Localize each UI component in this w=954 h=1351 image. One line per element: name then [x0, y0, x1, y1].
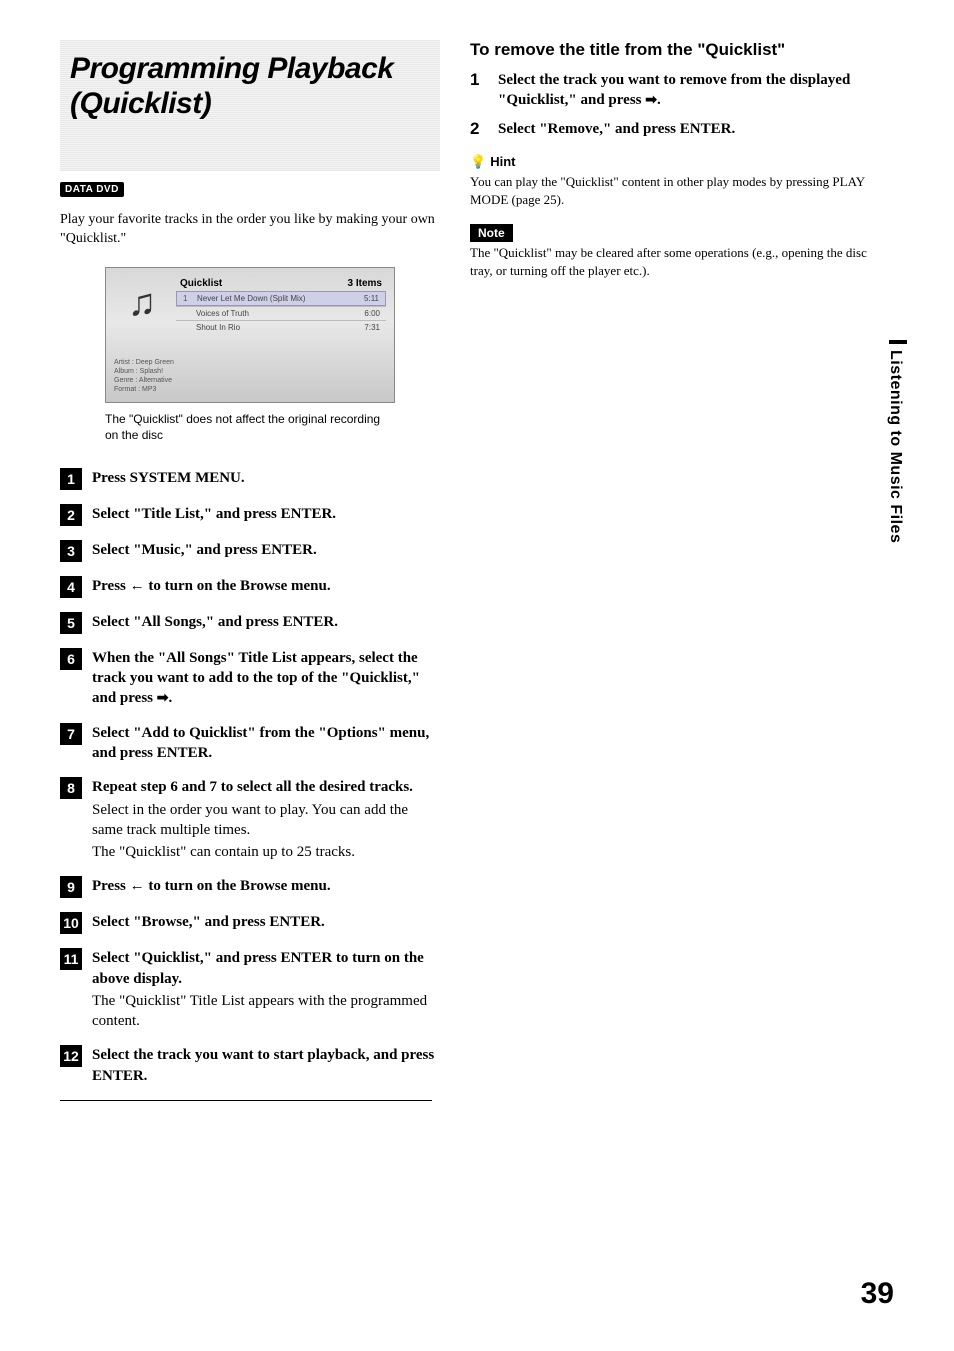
step: 11 Select "Quicklist," and press ENTER to…	[60, 948, 440, 1031]
chapter-tab-label: Listening to Music Files	[886, 350, 904, 543]
remove-step-text: Select "Remove," and press ENTER.	[498, 119, 735, 139]
page-number: 39	[861, 1277, 894, 1311]
intro-text: Play your favorite tracks in the order y…	[60, 211, 440, 249]
step-text: Select "Browse," and press ENTER.	[92, 912, 325, 934]
remove-step-number: 2	[470, 119, 484, 139]
separator	[60, 1100, 432, 1101]
step-number: 2	[60, 504, 82, 526]
step: 1 Press SYSTEM MENU.	[60, 468, 440, 490]
step-number: 3	[60, 540, 82, 562]
step: 7 Select "Add to Quicklist" from the "Opt…	[60, 723, 440, 764]
quicklist-row: Voices of Truth 6:00	[176, 306, 386, 320]
step: 5 Select "All Songs," and press ENTER.	[60, 612, 440, 634]
right-column: To remove the title from the "Quicklist"…	[470, 40, 870, 1101]
arrow-right-icon	[157, 690, 169, 706]
chapter-tab: Listening to Music Files	[886, 340, 910, 543]
step-number: 7	[60, 723, 82, 745]
step-text: Select "Title List," and press ENTER.	[92, 504, 336, 526]
hint-icon: 💡	[470, 154, 486, 169]
step-number: 11	[60, 948, 82, 970]
step: 6 When the "All Songs" Title List appears…	[60, 648, 440, 709]
step-text: Press to turn on the Browse menu.	[92, 576, 331, 598]
step-number: 9	[60, 876, 82, 898]
note-label: Note	[470, 224, 513, 242]
arrow-right-icon	[645, 92, 657, 108]
step-number: 10	[60, 912, 82, 934]
disc-type-badge: DATA DVD	[60, 182, 124, 197]
quicklist-count: 3 Items	[348, 278, 382, 289]
step-number: 8	[60, 777, 82, 799]
step-text: Select "All Songs," and press ENTER.	[92, 612, 338, 634]
hint-block: 💡 Hint You can play the "Quicklist" conte…	[470, 153, 870, 208]
step-number: 6	[60, 648, 82, 670]
music-note-icon: ♫	[114, 276, 170, 332]
track-metadata: Artist : Deep Green Album : Splash! Genr…	[114, 358, 386, 394]
step: 3 Select "Music," and press ENTER.	[60, 540, 440, 562]
step-number: 12	[60, 1045, 82, 1067]
step: 12 Select the track you want to start pla…	[60, 1045, 440, 1086]
step: 2 Select "Title List," and press ENTER.	[60, 504, 440, 526]
arrow-left-icon	[130, 878, 145, 894]
remove-step-text: Select the track you want to remove from…	[498, 70, 870, 111]
step: 4 Press to turn on the Browse menu.	[60, 576, 440, 598]
quicklist-row: Shout In Rio 7:31	[176, 320, 386, 334]
step-text: Press to turn on the Browse menu.	[92, 876, 331, 898]
remove-steps: 1 Select the track you want to remove fro…	[470, 70, 870, 139]
left-column: Programming Playback (Quicklist) DATA DV…	[60, 40, 440, 1101]
step-text: Select "Quicklist," and press ENTER to t…	[92, 948, 440, 1031]
step: 10 Select "Browse," and press ENTER.	[60, 912, 440, 934]
remove-step: 2 Select "Remove," and press ENTER.	[470, 119, 870, 139]
hint-label: Hint	[490, 154, 515, 169]
step-number: 5	[60, 612, 82, 634]
step-text: Select "Music," and press ENTER.	[92, 540, 317, 562]
procedure-steps: 1 Press SYSTEM MENU. 2 Select "Title List,"…	[60, 468, 440, 1086]
section-title-block: Programming Playback (Quicklist)	[60, 40, 440, 171]
remove-step-number: 1	[470, 70, 484, 111]
remove-heading: To remove the title from the "Quicklist"	[470, 40, 870, 60]
hint-text: You can play the "Quicklist" content in …	[470, 173, 870, 208]
step-number: 4	[60, 576, 82, 598]
step: 9 Press to turn on the Browse menu.	[60, 876, 440, 898]
section-title: Programming Playback (Quicklist)	[70, 52, 430, 121]
step-text: When the "All Songs" Title List appears,…	[92, 648, 440, 709]
screenshot-caption: The "Quicklist" does not affect the orig…	[105, 411, 395, 443]
step-number: 1	[60, 468, 82, 490]
tab-marker	[889, 340, 907, 344]
quicklist-row: 1 Never Let Me Down (Split Mix) 5:11	[176, 291, 386, 306]
step-text: Press SYSTEM MENU.	[92, 468, 245, 490]
step-text: Select the track you want to start playb…	[92, 1045, 440, 1086]
step-text: Repeat step 6 and 7 to select all the de…	[92, 777, 440, 862]
arrow-left-icon	[130, 578, 145, 594]
ui-screenshot: ♫ Quicklist 3 Items 1 Never Let Me Down …	[105, 267, 395, 403]
step: 8 Repeat step 6 and 7 to select all the d…	[60, 777, 440, 862]
step-text: Select "Add to Quicklist" from the "Opti…	[92, 723, 440, 764]
note-text: The "Quicklist" may be cleared after som…	[470, 244, 870, 279]
quicklist-header: Quicklist	[180, 278, 222, 289]
remove-step: 1 Select the track you want to remove fro…	[470, 70, 870, 111]
manual-page: Programming Playback (Quicklist) DATA DV…	[0, 0, 954, 1131]
